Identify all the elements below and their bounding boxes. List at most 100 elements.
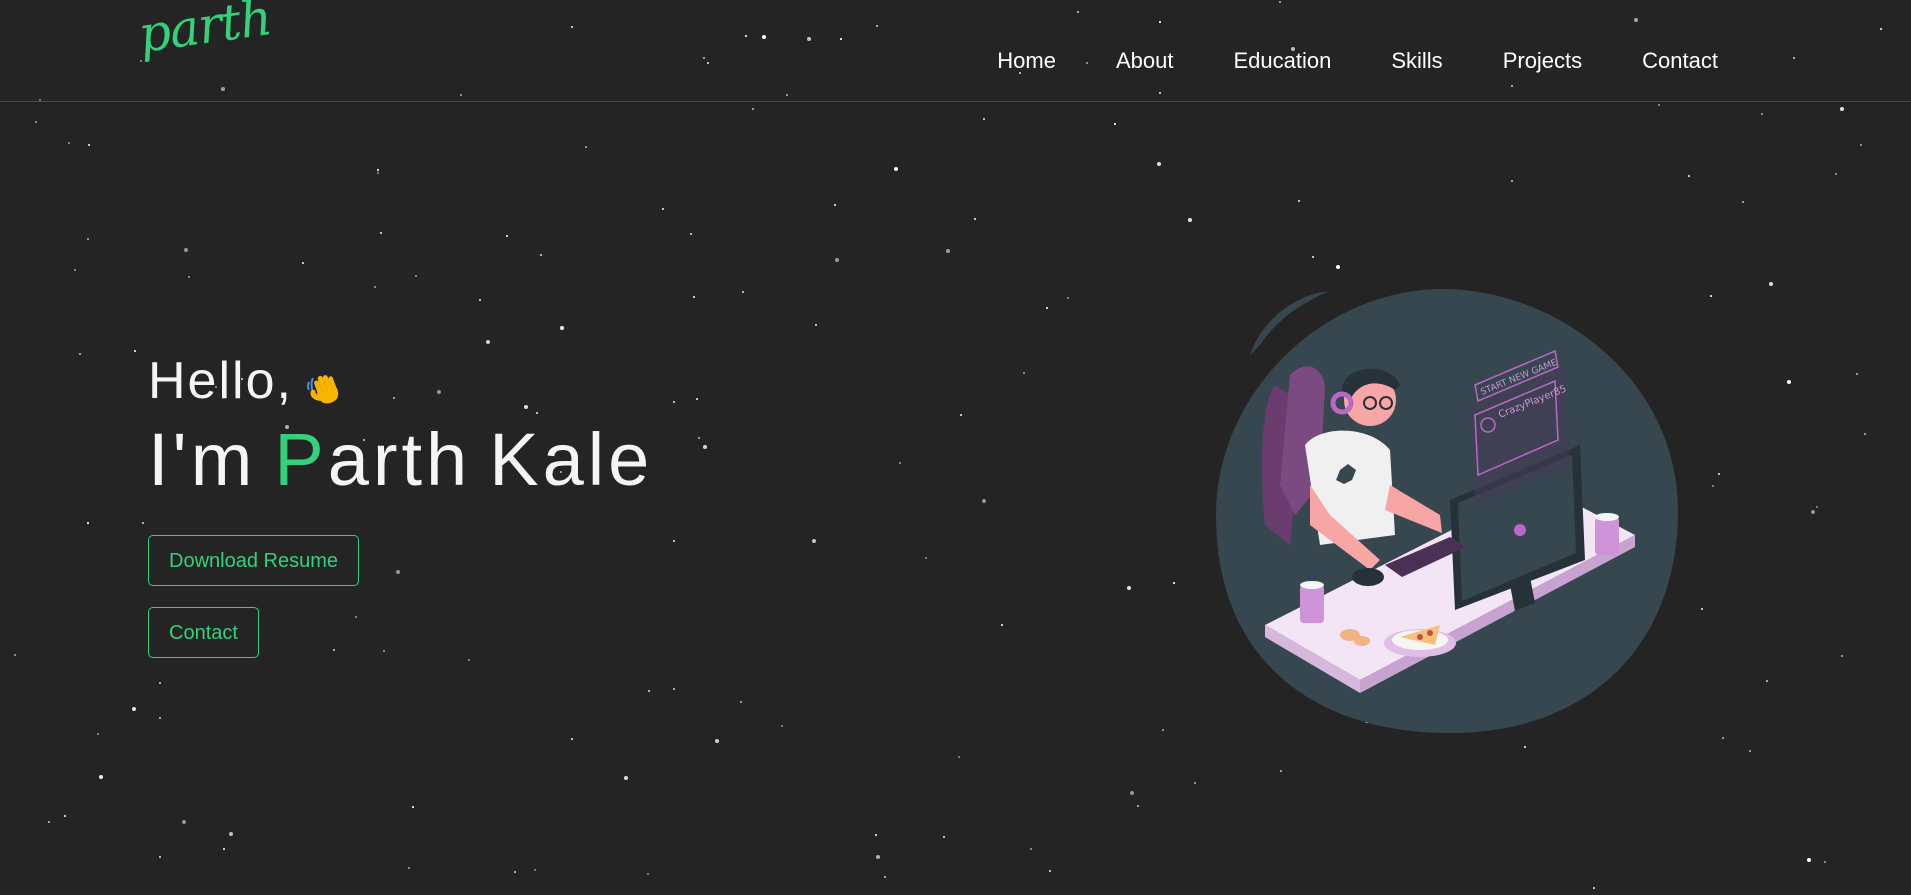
- star-dot: [1807, 858, 1811, 862]
- main-nav: Home About Education Skills Projects Con…: [997, 48, 1718, 74]
- hero-greeting: Hello,: [148, 350, 653, 412]
- contact-button[interactable]: Contact: [148, 607, 259, 658]
- star-dot: [884, 876, 886, 878]
- nav-projects[interactable]: Projects: [1503, 48, 1582, 74]
- star-dot: [68, 142, 70, 144]
- star-dot: [876, 855, 880, 859]
- star-dot: [690, 233, 692, 235]
- nav-about[interactable]: About: [1116, 48, 1174, 74]
- intro-prefix: I'm: [148, 418, 257, 501]
- star-dot: [1188, 218, 1192, 222]
- download-resume-button[interactable]: Download Resume: [148, 535, 359, 586]
- star-dot: [673, 688, 675, 690]
- star-dot: [1718, 473, 1720, 475]
- star-dot: [1742, 201, 1744, 203]
- nav-contact[interactable]: Contact: [1642, 48, 1718, 74]
- star-dot: [1860, 144, 1862, 146]
- star-dot: [698, 437, 700, 439]
- star-dot: [983, 118, 985, 120]
- star-dot: [1137, 805, 1139, 807]
- star-dot: [1049, 870, 1051, 872]
- star-dot: [333, 649, 335, 651]
- star-dot: [715, 739, 719, 743]
- star-dot: [1023, 372, 1025, 374]
- star-dot: [696, 398, 698, 400]
- star-dot: [647, 873, 649, 875]
- star-dot: [585, 146, 587, 148]
- star-dot: [958, 756, 960, 758]
- star-dot: [486, 340, 490, 344]
- star-dot: [1841, 655, 1843, 657]
- star-dot: [184, 248, 188, 252]
- star-dot: [1824, 861, 1826, 863]
- star-dot: [1749, 750, 1751, 752]
- star-dot: [383, 650, 385, 652]
- star-dot: [1067, 297, 1069, 299]
- star-dot: [74, 269, 76, 271]
- name-last: Kale: [489, 418, 654, 501]
- star-dot: [1712, 485, 1714, 487]
- star-dot: [97, 733, 99, 735]
- star-dot: [742, 291, 744, 293]
- star-dot: [540, 254, 542, 256]
- star-dot: [355, 616, 357, 618]
- star-dot: [1769, 282, 1773, 286]
- star-dot: [703, 445, 707, 449]
- star-dot: [64, 815, 66, 817]
- gamer-desk-illustration: START NEW GAME CrazyPlayer85: [1210, 285, 1690, 735]
- star-dot: [48, 821, 50, 823]
- star-dot: [1280, 770, 1282, 772]
- star-dot: [875, 834, 877, 836]
- star-dot: [142, 522, 144, 524]
- star-dot: [571, 738, 573, 740]
- star-dot: [408, 867, 410, 869]
- star-dot: [377, 169, 379, 171]
- star-dot: [302, 262, 304, 264]
- hero-section: Hello, I'm Parth Kale: [148, 350, 653, 502]
- star-dot: [624, 776, 628, 780]
- nav-home[interactable]: Home: [997, 48, 1056, 74]
- star-dot: [815, 324, 817, 326]
- star-dot: [534, 869, 536, 871]
- star-dot: [673, 401, 675, 403]
- name-initial-accent: P: [274, 418, 328, 501]
- site-logo[interactable]: parth: [135, 0, 275, 64]
- nav-education[interactable]: Education: [1233, 48, 1331, 74]
- waving-hand-icon: [303, 361, 343, 404]
- star-dot: [223, 848, 225, 850]
- star-dot: [1001, 624, 1003, 626]
- star-dot: [1701, 608, 1703, 610]
- star-dot: [396, 570, 400, 574]
- star-dot: [752, 108, 754, 110]
- star-dot: [1787, 380, 1791, 384]
- star-dot: [1046, 307, 1048, 309]
- star-dot: [1761, 113, 1763, 115]
- star-dot: [14, 654, 16, 656]
- star-dot: [87, 522, 89, 524]
- star-dot: [662, 208, 664, 210]
- star-dot: [468, 659, 470, 661]
- star-dot: [377, 172, 379, 174]
- star-dot: [1710, 295, 1712, 297]
- star-dot: [88, 144, 90, 146]
- star-dot: [159, 856, 161, 858]
- star-dot: [1856, 373, 1858, 375]
- star-dot: [1127, 586, 1131, 590]
- star-dot: [514, 871, 516, 873]
- star-dot: [1114, 123, 1116, 125]
- star-dot: [648, 690, 650, 692]
- star-dot: [229, 832, 233, 836]
- site-header: parth Home About Education Skills Projec…: [0, 0, 1911, 102]
- star-dot: [1864, 433, 1866, 435]
- greeting-text: Hello,: [148, 352, 293, 410]
- nav-skills[interactable]: Skills: [1391, 48, 1442, 74]
- star-dot: [1816, 506, 1818, 508]
- star-dot: [834, 204, 836, 206]
- star-dot: [182, 820, 186, 824]
- star-dot: [479, 299, 481, 301]
- star-dot: [1511, 180, 1513, 182]
- star-dot: [1194, 782, 1196, 784]
- star-dot: [1835, 173, 1837, 175]
- star-dot: [835, 258, 839, 262]
- star-dot: [99, 775, 103, 779]
